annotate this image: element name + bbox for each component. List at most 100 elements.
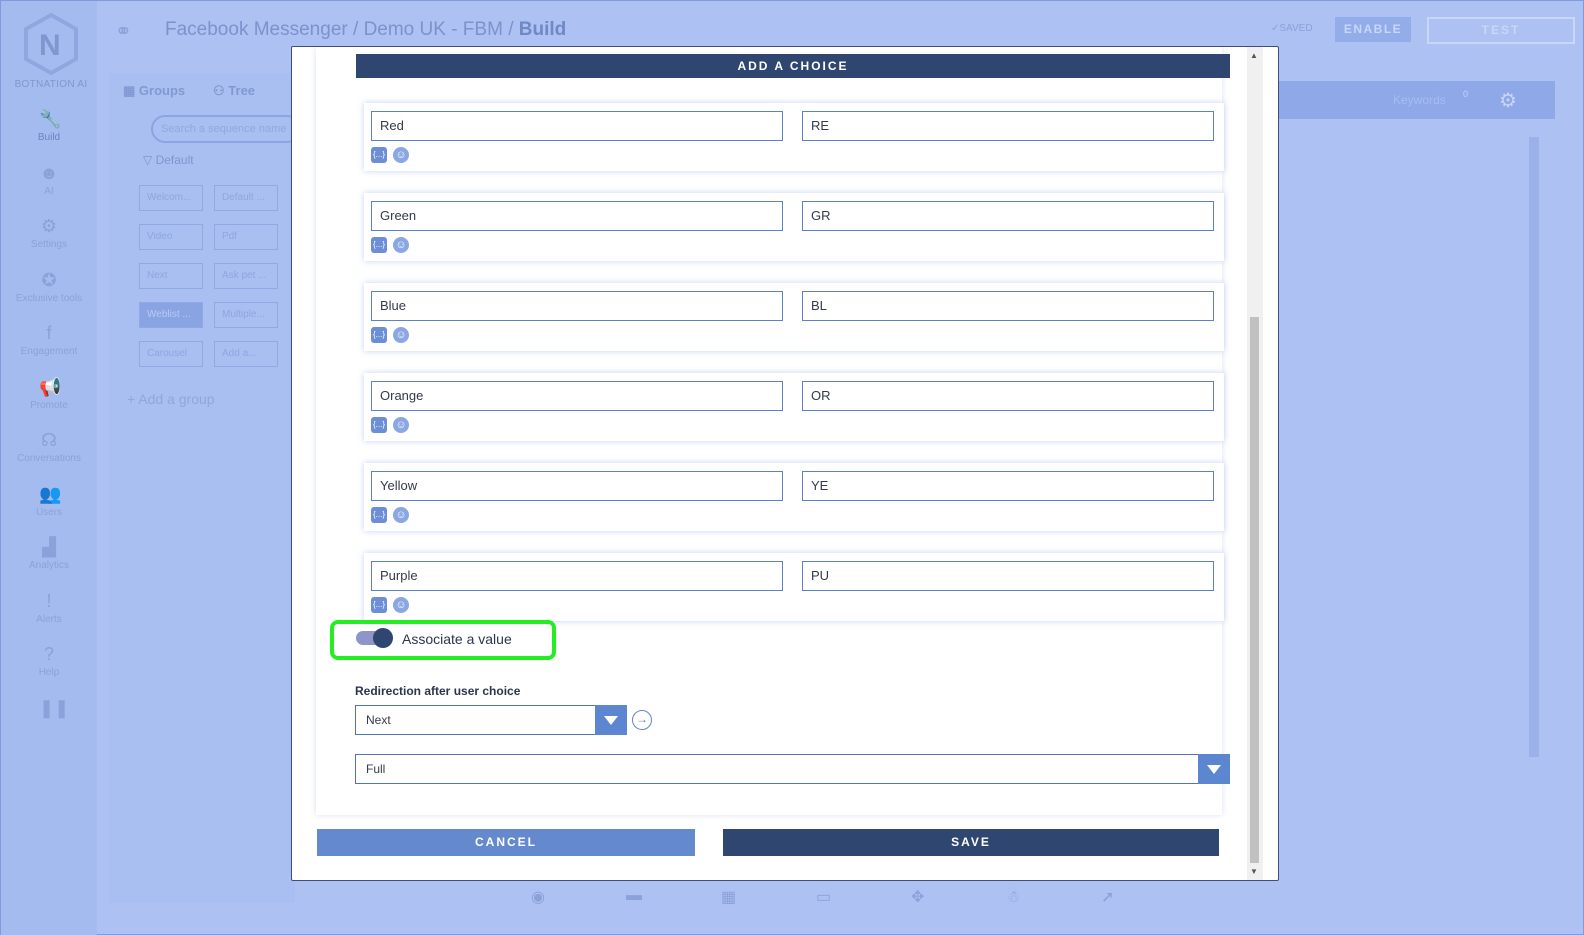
gear-icon: ⚙ bbox=[40, 216, 58, 236]
scroll-down-icon[interactable]: ▼ bbox=[1250, 867, 1258, 876]
gear-icon[interactable]: ⚙ bbox=[1499, 88, 1517, 113]
toolbar-icon[interactable]: ➚ bbox=[1101, 887, 1114, 907]
redirection-select[interactable]: Next bbox=[355, 705, 627, 735]
collapse-sidebar-icon[interactable]: ❚❚ bbox=[1, 698, 97, 721]
scroll-up-icon[interactable]: ▲ bbox=[1250, 51, 1258, 60]
choice-row: Red RE {...} ☺ bbox=[364, 103, 1224, 171]
size-select[interactable]: Full bbox=[355, 754, 1230, 784]
sequence-chip[interactable]: Default ... bbox=[214, 185, 278, 211]
sequence-chip[interactable]: Video bbox=[139, 224, 203, 250]
emoji-icon[interactable]: ☺ bbox=[393, 507, 409, 523]
sidebar-item-ai[interactable]: ☻ AI bbox=[1, 163, 97, 197]
breadcrumb: Facebook Messenger / Demo UK - FBM / Bui… bbox=[165, 19, 566, 41]
sidebar-item-analytics[interactable]: ▟ Analytics bbox=[1, 537, 97, 571]
breadcrumb-platform[interactable]: Facebook Messenger bbox=[165, 19, 348, 40]
choice-value-input[interactable]: YE bbox=[802, 471, 1214, 501]
sidebar-item-label: Conversations bbox=[17, 453, 81, 464]
choice-label-input[interactable]: Red bbox=[371, 111, 783, 141]
sidebar-item-label: Analytics bbox=[28, 560, 69, 571]
choice-value-input[interactable]: RE bbox=[802, 111, 1214, 141]
choice-label-input[interactable]: Purple bbox=[371, 561, 783, 591]
sequence-chip[interactable]: Welcom... bbox=[139, 185, 203, 211]
toolbar-icon[interactable]: ◉ bbox=[531, 887, 545, 907]
pause-icon: ❚❚ bbox=[39, 697, 70, 718]
sidebar-item-alerts[interactable]: ! Alerts bbox=[1, 591, 97, 625]
emoji-icon[interactable]: ☺ bbox=[393, 417, 409, 433]
sidebar-item-settings[interactable]: ⚙ Settings bbox=[1, 216, 97, 250]
choice-value-input[interactable]: OR bbox=[802, 381, 1214, 411]
choice-value-input[interactable]: PU bbox=[802, 561, 1214, 591]
calendar-icon[interactable]: ▦ bbox=[721, 887, 736, 907]
keywords-count: 0 bbox=[1463, 89, 1469, 99]
sidebar-item-engagement[interactable]: f Engagement bbox=[1, 323, 97, 357]
emoji-icon[interactable]: ☺ bbox=[393, 597, 409, 613]
choice-value-input[interactable]: BL bbox=[802, 291, 1214, 321]
variable-icon[interactable]: {...} bbox=[371, 147, 387, 163]
sidebar-item-conversations[interactable]: ☊ Conversations bbox=[1, 430, 97, 464]
sidebar-item-label: Help bbox=[38, 667, 60, 678]
toolbar-icon[interactable]: ▭ bbox=[816, 887, 831, 907]
sidebar-item-help[interactable]: ? Help bbox=[1, 644, 97, 678]
test-button[interactable]: TEST bbox=[1427, 17, 1575, 44]
sequence-chip[interactable]: Multiple... bbox=[214, 302, 278, 328]
cancel-button[interactable]: CANCEL bbox=[317, 829, 695, 856]
choice-modal: ADD A CHOICE Red RE {...} ☺ Green GR {...} ☺ Blu… bbox=[291, 46, 1279, 881]
variable-icon[interactable]: {...} bbox=[371, 597, 387, 613]
toolbar-icon[interactable]: ☃ bbox=[1006, 887, 1020, 907]
choice-label-input[interactable]: Yellow bbox=[371, 471, 783, 501]
sidebar-item-users[interactable]: 👥 Users bbox=[1, 484, 97, 518]
choice-label-input[interactable]: Orange bbox=[371, 381, 783, 411]
group-default[interactable]: ▽ Default bbox=[143, 153, 194, 167]
sidebar-item-build[interactable]: 🔧 Build bbox=[1, 109, 97, 143]
toolbar-icon[interactable]: ▬ bbox=[626, 887, 642, 905]
emoji-icon[interactable]: ☺ bbox=[393, 147, 409, 163]
chevron-down-icon[interactable] bbox=[1198, 754, 1230, 784]
logo-text: BOTNATION AI bbox=[14, 79, 88, 90]
associate-toggle-knob[interactable] bbox=[373, 628, 393, 648]
users-icon: 👥 bbox=[39, 483, 62, 504]
sequence-chip[interactable]: Ask pet ... bbox=[214, 263, 278, 289]
sidebar-item-label: Exclusive tools bbox=[15, 292, 83, 304]
add-group-button[interactable]: + Add a group bbox=[127, 391, 215, 407]
emoji-icon[interactable]: ☺ bbox=[393, 237, 409, 253]
tab-groups[interactable]: ▦ Groups bbox=[123, 83, 185, 99]
chart-icon: ▟ bbox=[42, 537, 56, 557]
variable-icon[interactable]: {...} bbox=[371, 507, 387, 523]
toolbar-icon[interactable]: ✥ bbox=[911, 887, 924, 907]
wrench-icon: 🔧 bbox=[39, 109, 62, 129]
choice-label-input[interactable]: Green bbox=[371, 201, 783, 231]
variable-icon[interactable]: {...} bbox=[371, 327, 387, 343]
chevron-down-icon[interactable] bbox=[595, 705, 627, 735]
add-sequence-chip[interactable]: Add a... bbox=[214, 341, 278, 367]
sequence-chip-selected[interactable]: Weblist ... bbox=[139, 302, 203, 328]
sequence-search-input[interactable]: Search a sequence name bbox=[151, 115, 301, 143]
variable-icon[interactable]: {...} bbox=[371, 417, 387, 433]
keywords-label[interactable]: Keywords bbox=[1393, 93, 1446, 107]
facebook-icon: f bbox=[46, 323, 52, 343]
sidebar-item-label: Settings bbox=[30, 239, 68, 250]
go-to-arrow-icon[interactable]: → bbox=[632, 710, 652, 730]
saved-status: ✓SAVED bbox=[1271, 23, 1313, 34]
page-scrollbar[interactable] bbox=[1529, 137, 1539, 757]
emoji-icon[interactable]: ☺ bbox=[393, 327, 409, 343]
sidebar-item-label: Engagement bbox=[20, 346, 78, 357]
flow-icon[interactable]: ⚭ bbox=[115, 19, 132, 44]
breadcrumb-bot[interactable]: Demo UK - FBM bbox=[364, 19, 503, 40]
variable-icon[interactable]: {...} bbox=[371, 237, 387, 253]
sequence-chip[interactable]: Pdf bbox=[214, 224, 278, 250]
choice-value-input[interactable]: GR bbox=[802, 201, 1214, 231]
bottom-toolbar: ◉ ▬ ▦ ▭ ✥ ☃ ➚ bbox=[471, 881, 1161, 911]
save-button[interactable]: SAVE bbox=[723, 829, 1219, 856]
sidebar-item-promote[interactable]: 📢 Promote bbox=[1, 377, 97, 411]
sidebar-item-exclusive-tools[interactable]: ✪ Exclusive tools bbox=[1, 270, 97, 304]
scrollbar-thumb[interactable] bbox=[1250, 317, 1259, 863]
choice-label-input[interactable]: Blue bbox=[371, 291, 783, 321]
sequence-chip[interactable]: Carousel bbox=[139, 341, 203, 367]
add-choice-button[interactable]: ADD A CHOICE bbox=[356, 54, 1230, 78]
tab-tree[interactable]: ⚇ Tree bbox=[213, 83, 255, 99]
sequence-chip[interactable]: Next bbox=[139, 263, 203, 289]
modal-content: ADD A CHOICE Red RE {...} ☺ Green GR {...} ☺ Blu… bbox=[316, 47, 1230, 815]
enable-button[interactable]: ENABLE bbox=[1335, 17, 1411, 42]
modal-scrollbar[interactable]: ▲ ▼ bbox=[1247, 47, 1263, 880]
help-icon: ? bbox=[43, 644, 54, 664]
